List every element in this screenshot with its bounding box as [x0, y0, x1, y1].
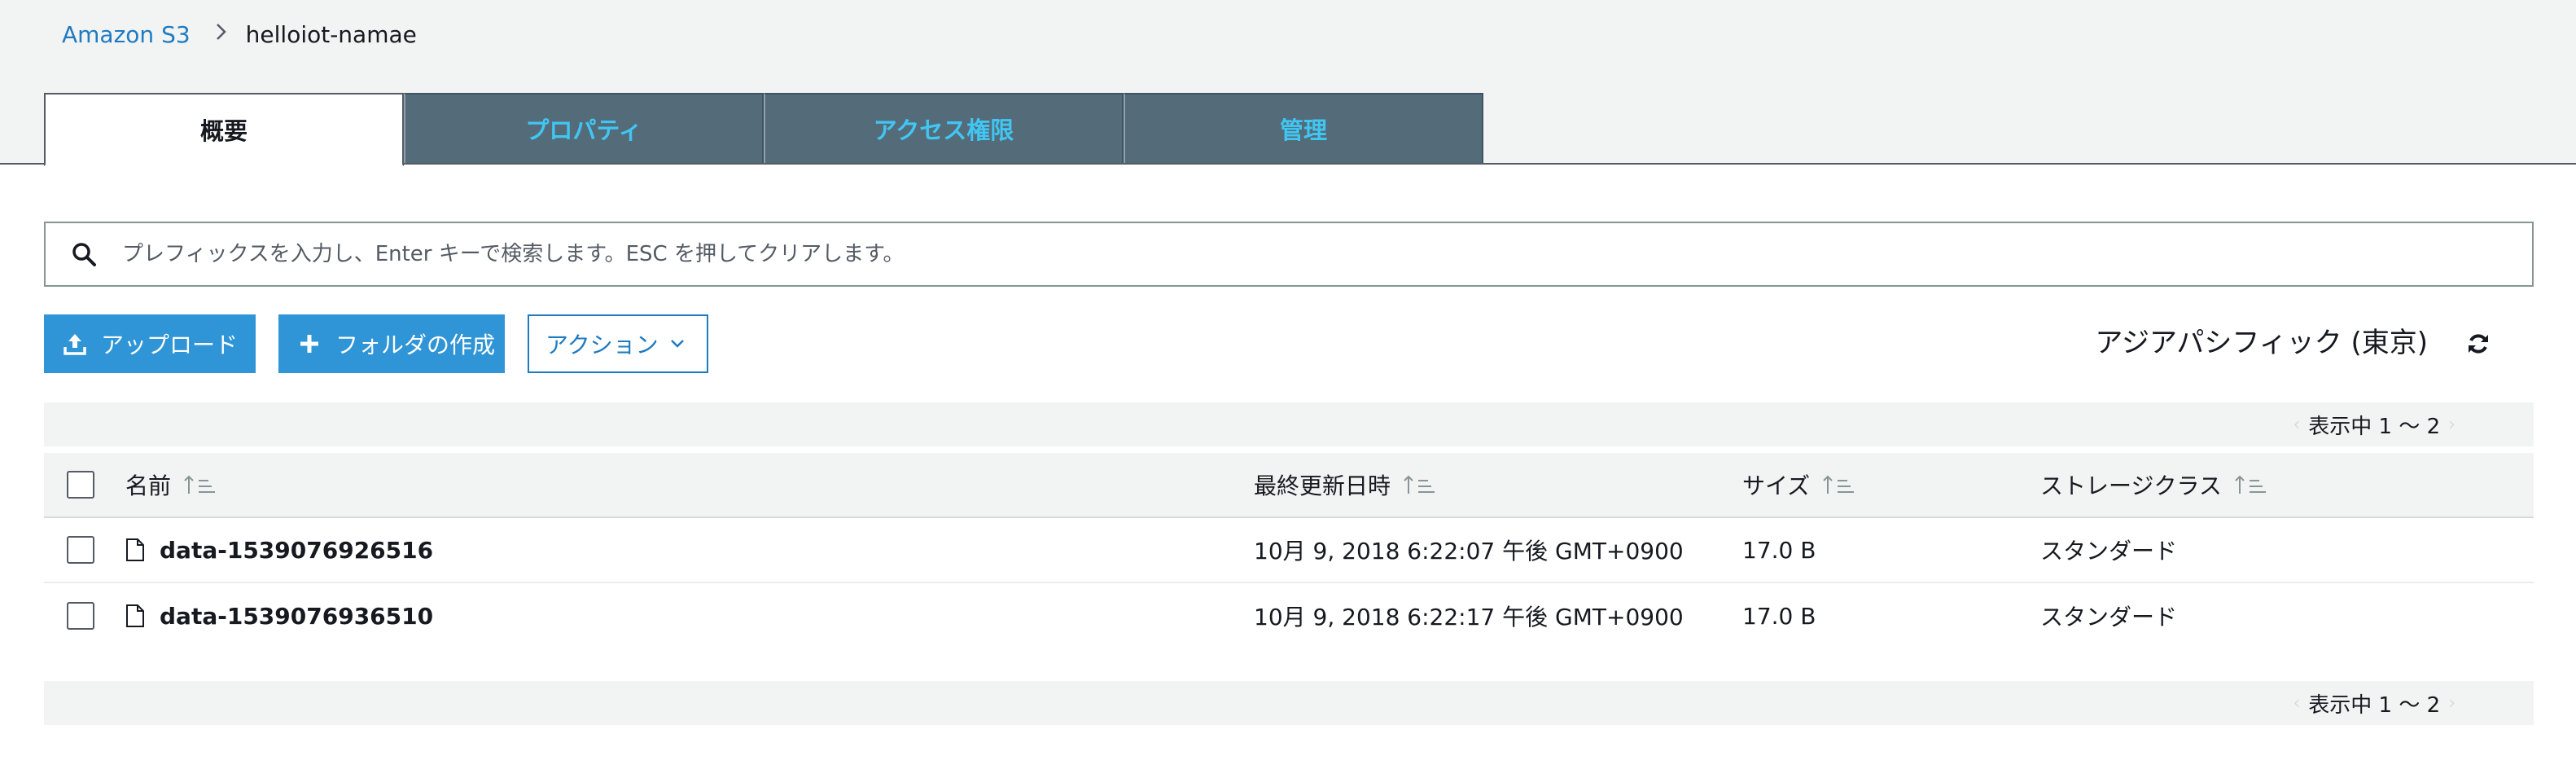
table-row: data-1539076936510 10月 9, 2018 6:22:17 午…: [44, 583, 2534, 648]
plus-icon: [295, 329, 324, 358]
tab-permissions[interactable]: アクセス権限: [764, 93, 1124, 163]
region-label: アジアパシフィック (東京): [2095, 327, 2428, 359]
search-box: [44, 222, 2534, 287]
create-folder-button[interactable]: フォルダの作成: [278, 314, 505, 373]
search-icon: [46, 242, 122, 266]
refresh-icon[interactable]: [2464, 329, 2493, 358]
actions-dropdown[interactable]: アクション: [528, 314, 708, 373]
chevron-down-icon: [670, 339, 685, 349]
prev-page-icon[interactable]: ‹: [2293, 693, 2300, 714]
pagination-text: 表示中 1 〜 2: [2308, 692, 2441, 718]
sort-icon[interactable]: [1823, 474, 1855, 495]
pagination-text: 表示中 1 〜 2: [2308, 414, 2441, 439]
object-name-link[interactable]: data-1539076936510: [160, 603, 433, 630]
pagination-top: ‹ 表示中 1 〜 2 ›: [44, 402, 2534, 446]
tab-management[interactable]: 管理: [1124, 93, 1483, 163]
next-page-icon[interactable]: ›: [2448, 693, 2456, 714]
prev-page-icon[interactable]: ‹: [2293, 415, 2300, 435]
last-modified-cell: 10月 9, 2018 6:22:17 午後 GMT+0900: [1254, 604, 1684, 631]
size-cell: 17.0 B: [1742, 602, 1816, 630]
upload-icon: [60, 329, 90, 358]
upload-button[interactable]: アップロード: [44, 314, 256, 373]
object-name-link[interactable]: data-1539076926516: [160, 537, 433, 564]
bucket-tabs: 概要 プロパティ アクセス権限 管理: [44, 93, 1483, 166]
table-row: data-1539076926516 10月 9, 2018 6:22:07 午…: [44, 518, 2534, 583]
table-header: 名前 最終更新日時 サイズ ストレージクラス: [44, 453, 2534, 518]
column-header-storage-class: ストレージクラス: [2040, 472, 2222, 499]
column-header-last-modified: 最終更新日時: [1254, 472, 1391, 499]
sort-icon[interactable]: [1404, 474, 1436, 495]
upload-button-label: アップロード: [101, 332, 239, 358]
size-cell: 17.0 B: [1742, 536, 1816, 564]
actions-dropdown-label: アクション: [545, 332, 659, 358]
objects-table: 名前 最終更新日時 サイズ ストレージクラス data-153907692651…: [44, 453, 2534, 648]
chevron-right-icon: [215, 22, 228, 46]
next-page-icon[interactable]: ›: [2448, 415, 2456, 435]
tab-properties[interactable]: プロパティ: [404, 93, 764, 163]
file-icon: [125, 604, 145, 628]
column-header-name: 名前: [125, 472, 172, 499]
create-folder-button-label: フォルダの作成: [335, 332, 496, 358]
breadcrumb-current: helloiot-namae: [245, 20, 417, 48]
breadcrumb: Amazon S3 helloiot-namae: [62, 20, 417, 49]
breadcrumb-root-link[interactable]: Amazon S3: [62, 21, 191, 48]
row-checkbox[interactable]: [67, 602, 94, 630]
storage-class-cell: スタンダード: [2040, 604, 2178, 631]
select-all-checkbox[interactable]: [67, 471, 94, 499]
prefix-search-input[interactable]: [122, 223, 2532, 285]
storage-class-cell: スタンダード: [2040, 538, 2178, 565]
tab-overview[interactable]: 概要: [44, 93, 404, 166]
pagination-bottom: ‹ 表示中 1 〜 2 ›: [44, 681, 2534, 725]
sort-icon[interactable]: [2235, 474, 2267, 495]
last-modified-cell: 10月 9, 2018 6:22:07 午後 GMT+0900: [1254, 538, 1684, 565]
file-icon: [125, 538, 145, 562]
sort-icon[interactable]: [184, 474, 217, 495]
row-checkbox[interactable]: [67, 536, 94, 564]
column-header-size: サイズ: [1742, 472, 1811, 499]
